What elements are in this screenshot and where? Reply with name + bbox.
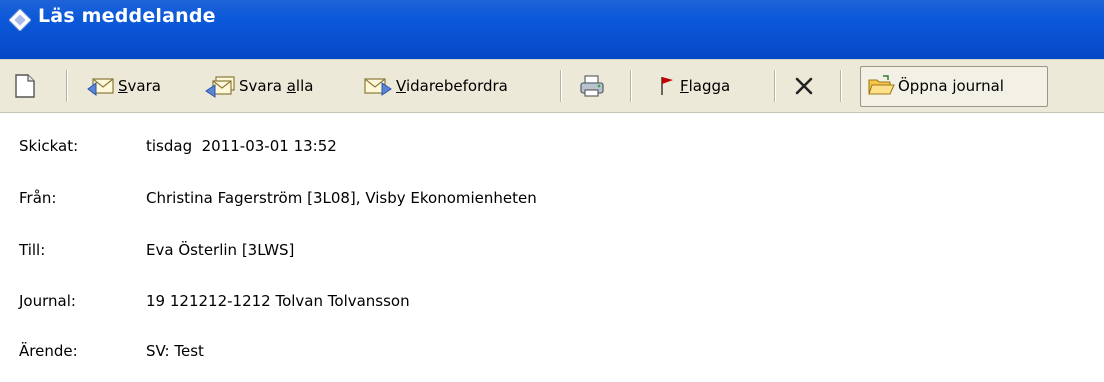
reply-all-icon (205, 76, 235, 98)
reply-icon (87, 78, 114, 96)
printer-icon (580, 75, 604, 97)
from-row: Från: Christina Fagerström [3L08], Visby… (0, 189, 1104, 229)
forward-icon (364, 78, 392, 96)
toolbar-separator (66, 70, 68, 102)
flag-button[interactable]: Flagga (656, 60, 730, 112)
sent-row: Skickat: tisdag 2011-03-01 13:52 (0, 137, 1104, 177)
sent-value: tisdag 2011-03-01 13:52 (146, 137, 337, 155)
toolbar-separator (560, 70, 562, 102)
toolbar-separator (840, 70, 842, 102)
title-bar: Läs meddelande (0, 0, 1104, 59)
delete-x-icon (795, 77, 813, 95)
to-label: Till: (19, 241, 46, 259)
open-folder-icon (868, 75, 895, 95)
toolbar-separator (774, 70, 776, 102)
sent-label: Skickat: (19, 137, 79, 155)
toolbar-separator (630, 70, 632, 102)
toolbar: Svara Svara alla Vidarebefordra Flagga Ö… (0, 59, 1104, 113)
journal-label: Journal: (19, 292, 76, 310)
to-row: Till: Eva Österlin [3LWS] (0, 241, 1104, 281)
window-title: Läs meddelande (38, 5, 216, 27)
new-document-icon (15, 74, 35, 98)
journal-row: Journal: 19 121212-1212 Tolvan Tolvansso… (0, 292, 1104, 332)
forward-button[interactable]: Vidarebefordra (362, 60, 508, 112)
from-value: Christina Fagerström [3L08], Visby Ekono… (146, 189, 537, 207)
subject-row: Ärende: SV: Test (0, 342, 1104, 382)
reply-all-button[interactable]: Svara alla (203, 60, 313, 112)
from-label: Från: (19, 189, 57, 207)
flag-icon (661, 77, 673, 95)
message-app-icon (9, 9, 31, 31)
new-message-button[interactable] (14, 60, 36, 112)
open-journal-label: Öppna journal (898, 77, 1004, 95)
journal-value: 19 121212-1212 Tolvan Tolvansson (146, 292, 410, 310)
delete-button[interactable] (792, 60, 816, 112)
reply-button[interactable]: Svara (84, 60, 161, 112)
subject-value: SV: Test (146, 342, 204, 360)
to-value: Eva Österlin [3LWS] (146, 241, 295, 259)
subject-label: Ärende: (19, 342, 78, 360)
open-journal-label-group: Öppna journal (866, 60, 1004, 112)
print-button[interactable] (578, 60, 606, 112)
